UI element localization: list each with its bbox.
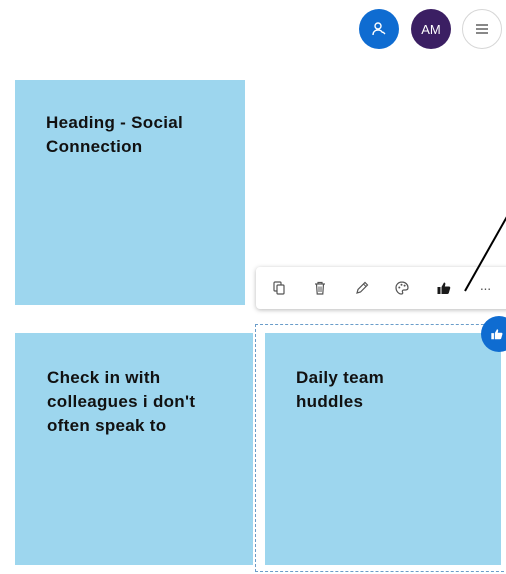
edit-button[interactable] <box>352 278 372 298</box>
delete-icon <box>315 281 325 295</box>
like-button[interactable] <box>434 278 454 298</box>
copy-icon <box>273 281 285 295</box>
note-toolbar: ··· <box>256 267 506 309</box>
person-icon <box>372 22 386 36</box>
whiteboard-canvas[interactable]: AM Heading - Social Connection Check in … <box>0 0 506 574</box>
copy-button[interactable] <box>269 278 289 298</box>
user-avatar[interactable]: AM <box>411 9 451 49</box>
selection-frame <box>255 324 506 572</box>
sticky-note-check-in[interactable]: Check in with colleagues i don't often s… <box>15 333 253 565</box>
edit-icon <box>356 281 369 294</box>
hamburger-menu-icon <box>476 24 488 34</box>
more-options-button[interactable]: ··· <box>476 278 494 298</box>
like-icon <box>437 282 451 294</box>
color-palette-icon <box>395 281 409 295</box>
person-avatar[interactable] <box>359 9 399 49</box>
avatar-initials: AM <box>421 21 441 37</box>
delete-button[interactable] <box>310 278 330 298</box>
more-icon: ··· <box>479 280 492 296</box>
like-icon <box>491 329 503 340</box>
color-palette-button[interactable] <box>392 278 412 298</box>
sticky-note-heading[interactable]: Heading - Social Connection <box>15 80 245 305</box>
menu-button[interactable] <box>462 9 502 49</box>
